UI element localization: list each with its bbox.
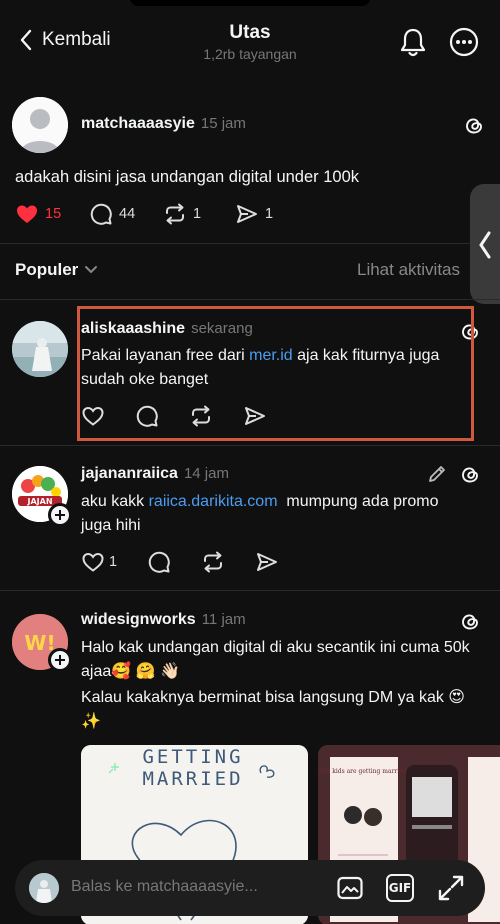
reply-text-line2: Kalau kakaknya berminat bisa langsung DM… <box>81 689 465 730</box>
reply-time: 14 jam <box>183 465 229 482</box>
sort-dropdown[interactable]: Populer <box>15 260 98 280</box>
heart-icon <box>82 552 104 572</box>
reply-text: aku kakk raiica.darikita.com mumpung ada… <box>81 490 471 538</box>
repost-icon <box>166 203 184 225</box>
follow-plus-badge[interactable] <box>48 648 72 672</box>
card2-text: this kids are getting married! <box>319 768 409 775</box>
sort-label: Populer <box>15 260 79 279</box>
threads-logo-icon <box>462 467 478 483</box>
more-options-icon[interactable] <box>449 27 479 57</box>
post-header: matchaaaasyie 15 jam <box>81 115 246 133</box>
divider <box>0 445 500 446</box>
like-count: 1 <box>109 554 118 570</box>
repost-icon[interactable] <box>201 550 225 574</box>
gif-button[interactable]: GIF <box>386 874 414 902</box>
default-avatar-icon <box>12 97 68 153</box>
reply-bar: GIF <box>15 860 485 916</box>
side-panel-handle[interactable] <box>470 184 500 304</box>
like-button[interactable]: 1 <box>81 550 117 574</box>
reply-link[interactable]: raiica.darikita.com <box>149 493 278 510</box>
share-count: 1 <box>265 206 274 222</box>
reply-username[interactable]: jajananraiica <box>81 465 178 482</box>
heart-filled-icon <box>17 205 37 223</box>
divider <box>0 243 500 244</box>
comment-button[interactable]: 44 <box>89 202 163 226</box>
share-button[interactable]: 1 <box>235 202 273 226</box>
follow-plus-badge[interactable] <box>48 503 72 527</box>
like-button[interactable]: 15 <box>15 202 89 226</box>
post-actions: 15 44 1 1 <box>15 202 273 226</box>
reply-header: widesignworks 11 jam <box>81 611 246 629</box>
send-icon[interactable] <box>255 550 279 574</box>
reply-text-line1: Halo kak undangan digital di aku secanti… <box>81 639 470 680</box>
reply-input[interactable] <box>71 878 281 896</box>
plus-icon <box>55 655 65 665</box>
bell-icon[interactable] <box>398 26 428 58</box>
highlight-box <box>77 306 474 441</box>
comment-icon[interactable] <box>147 550 171 574</box>
post-text: adakah disini jasa undangan digital unde… <box>15 168 360 186</box>
chevron-down-icon <box>85 266 98 274</box>
repost-button[interactable]: 1 <box>163 202 235 226</box>
repost-count: 1 <box>193 206 202 222</box>
send-icon <box>237 205 257 223</box>
avatar-logo-text: JAJAN <box>26 497 52 506</box>
post-author-avatar[interactable] <box>12 97 68 153</box>
comment-count: 44 <box>119 206 136 222</box>
reply-username[interactable]: widesignworks <box>81 611 196 628</box>
header: Kembali Utas 1,2rb tayangan <box>0 0 500 90</box>
plus-icon <box>55 510 65 520</box>
avatar-photo <box>29 873 59 903</box>
expand-icon[interactable] <box>437 874 465 902</box>
reply-text-part: aku kakk <box>81 493 149 510</box>
like-count: 15 <box>45 206 62 222</box>
reply-header: jajananraiica 14 jam <box>81 465 229 483</box>
image-icon[interactable] <box>336 874 364 902</box>
threads-logo-icon <box>462 614 478 630</box>
comment-icon <box>90 203 112 225</box>
card1-title-a: GETTING <box>142 746 243 768</box>
divider <box>0 590 500 591</box>
divider <box>0 299 500 300</box>
threads-logo-icon <box>466 118 482 134</box>
chevron-left-icon <box>479 231 491 259</box>
post-username[interactable]: matchaaaasyie <box>81 115 195 132</box>
current-user-avatar <box>29 873 59 903</box>
avatar-photo <box>12 321 68 377</box>
reply-actions: 1 <box>81 550 279 574</box>
pencil-icon[interactable] <box>426 463 448 485</box>
post-time: 15 jam <box>200 115 246 132</box>
reply-avatar[interactable] <box>12 321 68 377</box>
sort-bar: Populer Lihat aktivitas <box>15 260 460 280</box>
view-activity-link[interactable]: Lihat aktivitas <box>357 260 460 280</box>
card1-title-b: MARRIED <box>142 768 243 790</box>
reply-time: 11 jam <box>201 611 246 628</box>
